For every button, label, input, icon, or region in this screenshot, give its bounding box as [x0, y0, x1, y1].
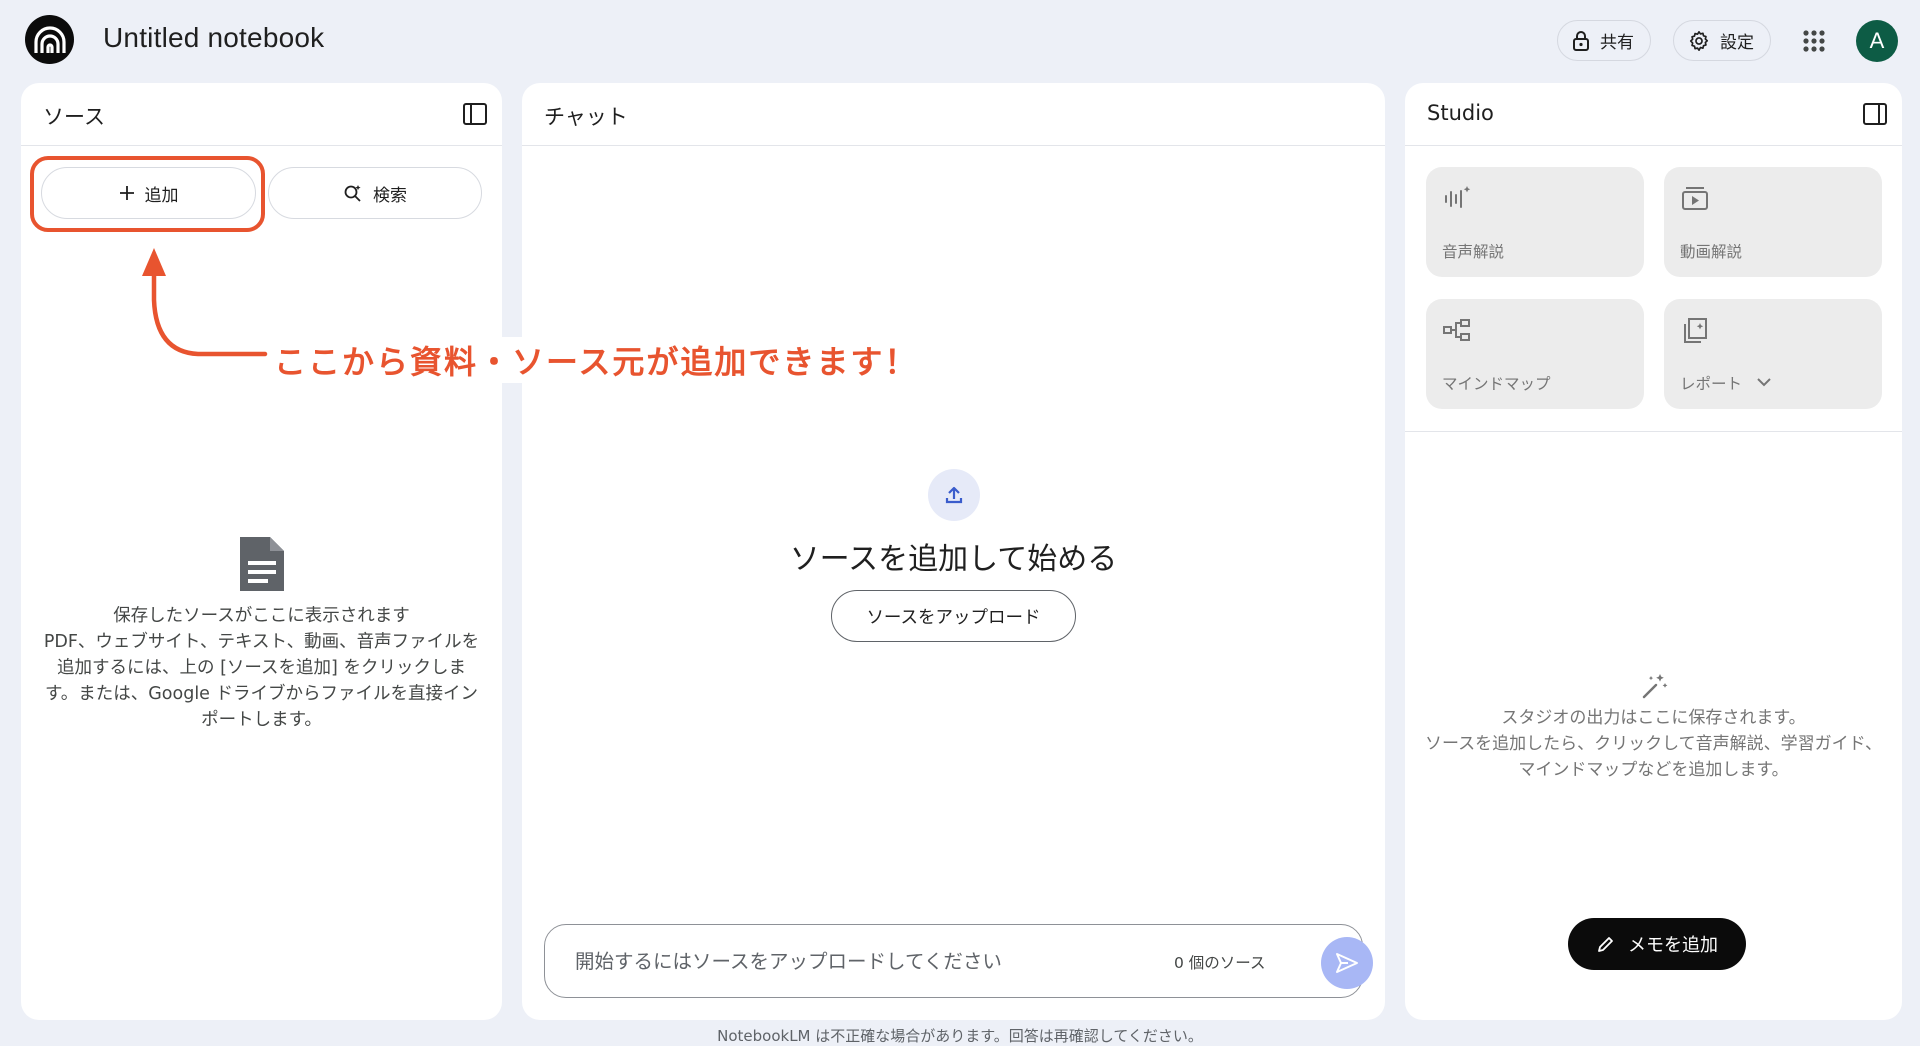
gear-icon	[1689, 30, 1709, 51]
add-note-button[interactable]: メモを追加	[1568, 918, 1746, 970]
sources-empty-state: 保存したソースがここに表示されます PDF、ウェブサイト、テキスト、動画、音声フ…	[21, 533, 502, 733]
notebook-title[interactable]: Untitled notebook	[103, 22, 324, 54]
video-icon	[1682, 187, 1708, 210]
chat-panel: チャット ソースを追加して始める ソースをアップロード 0 個のソース	[522, 83, 1385, 1020]
search-sparkle-icon	[344, 185, 361, 202]
studio-empty-description: ソースを追加したら、クリックして音声解説、学習ガイド、マインドマップなどを追加し…	[1425, 734, 1882, 780]
studio-card-label: レポート	[1680, 375, 1743, 393]
notebooklm-logo-icon[interactable]	[25, 15, 74, 64]
apps-grid-icon[interactable]	[1798, 25, 1830, 57]
sources-empty-title: 保存したソースがここに表示されます	[113, 606, 410, 626]
sources-panel: ソース 追加 検索 保存したソースがここに表示されます PDF、ウェブサイト、テ…	[21, 83, 502, 1020]
top-bar: Untitled notebook 共有 設定 A	[0, 0, 1920, 80]
chat-input[interactable]	[575, 945, 1135, 977]
share-button[interactable]: 共有	[1557, 20, 1651, 61]
studio-card-label: 音声解説	[1442, 243, 1505, 261]
studio-card-report[interactable]: レポート	[1664, 299, 1882, 409]
annotation-callout: ここから資料・ソース元が追加できます！	[268, 337, 925, 383]
chat-header: チャット	[522, 83, 1385, 146]
audio-waveform-icon	[1445, 186, 1471, 208]
sources-title: ソース	[43, 105, 105, 129]
studio-card-label: マインドマップ	[1442, 375, 1551, 393]
chevron-down-icon[interactable]	[1756, 376, 1772, 388]
chat-input-box: 0 個のソース	[544, 924, 1373, 998]
studio-empty-state: スタジオの出力はここに保存されます。 ソースを追加したら、クリックして音声解説、…	[1405, 671, 1902, 783]
collapse-panel-icon[interactable]	[462, 101, 488, 127]
avatar[interactable]: A	[1856, 20, 1898, 62]
studio-panel: Studio 音声解説 動画解説 マインドマップ レポート スタジオの出力はここ…	[1405, 83, 1902, 1020]
settings-label: 設定	[1720, 33, 1754, 53]
report-icon	[1684, 318, 1707, 343]
upload-source-button[interactable]: ソースをアップロード	[831, 590, 1076, 642]
studio-card-label: 動画解説	[1680, 243, 1743, 261]
add-source-button[interactable]: 追加	[41, 167, 256, 219]
search-sources-button[interactable]: 検索	[268, 167, 482, 219]
document-icon	[239, 537, 284, 591]
share-label: 共有	[1600, 33, 1634, 53]
search-sources-label: 検索	[373, 185, 407, 206]
source-count: 0 個のソース	[1174, 954, 1266, 972]
studio-divider	[1405, 431, 1902, 432]
chat-empty-heading: ソースを追加して始める	[789, 542, 1118, 577]
studio-title: Studio	[1427, 101, 1494, 125]
sources-empty-description: PDF、ウェブサイト、テキスト、動画、音声ファイルを追加するには、上の [ソース…	[43, 632, 480, 730]
pencil-icon	[1598, 937, 1613, 952]
lock-icon	[1573, 30, 1589, 51]
send-icon	[1336, 953, 1358, 973]
studio-empty-title: スタジオの出力はここに保存されます。	[1501, 708, 1806, 728]
footer-disclaimer: NotebookLM は不正確な場合があります。回答は再確認してください。	[717, 1027, 1203, 1045]
mind-map-icon	[1443, 319, 1470, 341]
sources-header: ソース	[21, 83, 502, 146]
upload-icon[interactable]	[928, 469, 980, 521]
studio-card-mind-map[interactable]: マインドマップ	[1426, 299, 1644, 409]
settings-button[interactable]: 設定	[1673, 20, 1771, 61]
studio-card-video-overview[interactable]: 動画解説	[1664, 167, 1882, 277]
send-button[interactable]	[1321, 937, 1373, 989]
studio-header: Studio	[1405, 83, 1902, 146]
add-note-label: メモを追加	[1628, 935, 1718, 956]
plus-icon	[119, 186, 134, 200]
studio-card-audio-overview[interactable]: 音声解説	[1426, 167, 1644, 277]
chat-title: チャット	[544, 105, 628, 129]
magic-wand-icon	[1642, 674, 1667, 699]
add-source-label: 追加	[144, 185, 179, 206]
collapse-panel-icon[interactable]	[1862, 101, 1888, 127]
